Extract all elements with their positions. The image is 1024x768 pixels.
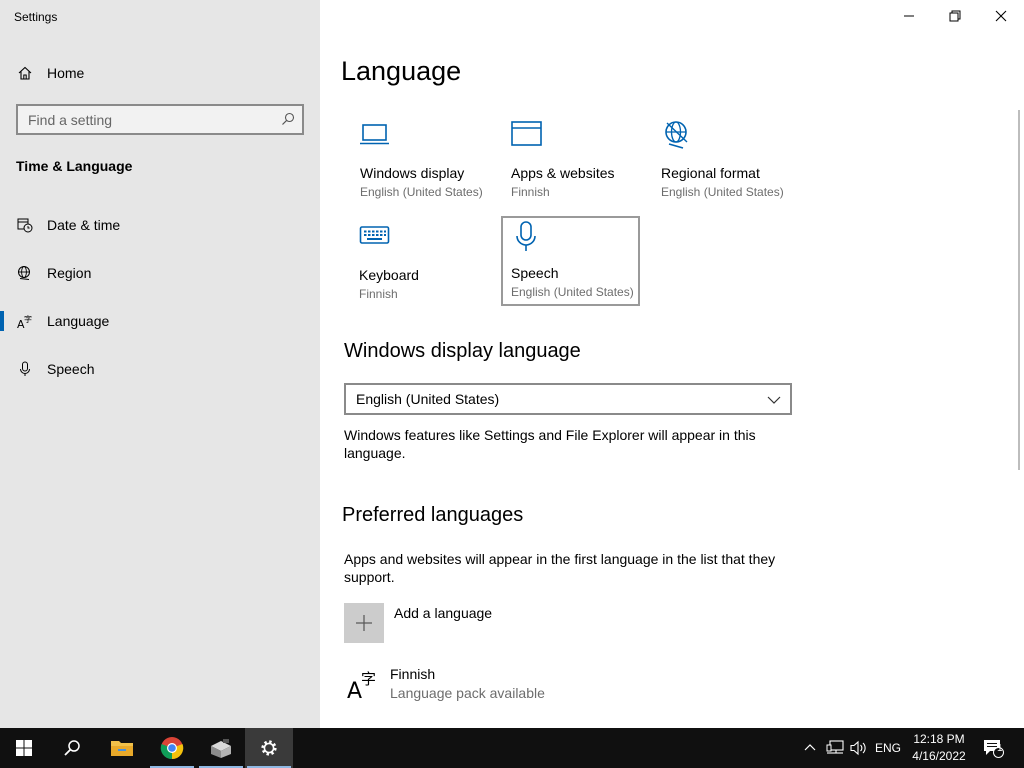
sidebar-item-label: Date & time bbox=[47, 217, 121, 233]
notification-count: 1 bbox=[997, 743, 1003, 754]
tile-value: Finnish bbox=[359, 287, 398, 301]
sidebar-item-home[interactable]: Home bbox=[0, 58, 320, 88]
clock-date: 4/16/2022 bbox=[912, 749, 966, 763]
tile-value: English (United States) bbox=[360, 185, 483, 199]
sidebar: Settings Home Time & Language Date & tim… bbox=[0, 0, 320, 728]
network-button[interactable] bbox=[824, 728, 846, 768]
app-box-icon bbox=[211, 739, 231, 758]
svg-text:字: 字 bbox=[361, 670, 376, 688]
minimize-button[interactable] bbox=[886, 0, 932, 32]
dropdown-selected-value: English (United States) bbox=[356, 391, 500, 407]
svg-text:A: A bbox=[347, 679, 362, 701]
language-icon: A 字 bbox=[17, 314, 32, 329]
tile-speech[interactable]: Speech English (United States) bbox=[501, 216, 640, 306]
action-center-button[interactable]: 1 bbox=[978, 728, 1008, 768]
sidebar-item-date-time[interactable]: Date & time bbox=[0, 205, 320, 245]
show-hidden-icons-button[interactable] bbox=[800, 728, 820, 768]
restore-button[interactable] bbox=[932, 0, 978, 32]
sidebar-item-label: Language bbox=[47, 313, 110, 329]
add-language-button[interactable]: Add a language bbox=[344, 603, 624, 643]
close-icon bbox=[995, 10, 1007, 22]
svg-text:字: 字 bbox=[24, 314, 32, 324]
tile-keyboard[interactable]: Keyboard Finnish bbox=[359, 220, 497, 308]
language-status: Language pack available bbox=[390, 685, 545, 701]
plus-icon bbox=[356, 615, 372, 631]
language-item-finnish[interactable]: A 字 Finnish Language pack available bbox=[344, 664, 644, 704]
page-title: Language bbox=[341, 56, 462, 86]
minimize-icon bbox=[904, 15, 914, 17]
chrome-icon bbox=[160, 737, 184, 760]
sidebar-item-label: Home bbox=[47, 65, 85, 81]
display-language-dropdown[interactable]: English (United States) bbox=[344, 383, 792, 415]
close-button[interactable] bbox=[978, 0, 1024, 32]
sidebar-item-label: Speech bbox=[47, 361, 95, 377]
search-box[interactable] bbox=[16, 104, 304, 135]
clock-time: 12:18 PM bbox=[913, 732, 965, 746]
taskbar-search-button[interactable] bbox=[48, 728, 96, 768]
preferred-languages-description: Apps and websites will appear in the fir… bbox=[344, 551, 776, 585]
input-language-indicator[interactable]: ENG bbox=[872, 728, 904, 768]
tile-label: Speech bbox=[511, 265, 559, 281]
tile-value: English (United States) bbox=[661, 185, 784, 199]
globe-format-icon bbox=[665, 121, 688, 149]
chevron-up-icon bbox=[804, 744, 816, 751]
tile-label: Keyboard bbox=[359, 267, 419, 283]
monitor-icon bbox=[360, 124, 389, 145]
chrome-button[interactable] bbox=[148, 728, 196, 768]
settings-button[interactable] bbox=[245, 728, 293, 768]
network-icon bbox=[826, 740, 844, 754]
search-icon[interactable] bbox=[281, 112, 295, 126]
sidebar-item-label: Region bbox=[47, 265, 92, 281]
microphone-icon bbox=[20, 361, 30, 376]
taskbar: ENG 12:18 PM 4/16/2022 1 bbox=[0, 728, 1024, 768]
tile-value: Finnish bbox=[511, 185, 550, 199]
tile-regional-format[interactable]: Regional format English (United States) bbox=[661, 118, 799, 206]
search-input[interactable] bbox=[18, 106, 268, 133]
taskbar-clock[interactable]: 12:18 PM 4/16/2022 bbox=[906, 731, 972, 765]
language-icon: A 字 bbox=[347, 670, 376, 701]
app-button[interactable] bbox=[197, 728, 245, 768]
file-explorer-button[interactable] bbox=[98, 728, 146, 768]
tile-label: Regional format bbox=[661, 165, 760, 181]
gear-icon bbox=[261, 740, 277, 756]
search-icon bbox=[64, 740, 80, 756]
sidebar-item-language[interactable]: A 字 Language bbox=[0, 301, 320, 341]
display-language-heading: Windows display language bbox=[344, 340, 581, 362]
sidebar-item-speech[interactable]: Speech bbox=[0, 349, 320, 389]
scrollbar[interactable] bbox=[1018, 110, 1020, 470]
display-language-description: Windows features like Settings and File … bbox=[344, 427, 756, 461]
browser-window-icon bbox=[511, 121, 542, 146]
folder-icon bbox=[111, 741, 133, 756]
tile-windows-display[interactable]: Windows display English (United States) bbox=[360, 118, 498, 206]
tile-value: English (United States) bbox=[511, 285, 634, 299]
tile-label: Apps & websites bbox=[511, 165, 615, 181]
add-language-plus-box[interactable] bbox=[344, 603, 384, 643]
tile-label: Windows display bbox=[360, 165, 465, 181]
speaker-icon bbox=[850, 740, 866, 756]
start-button[interactable] bbox=[0, 728, 48, 768]
keyboard-icon bbox=[359, 226, 390, 244]
home-icon bbox=[18, 66, 32, 80]
tile-apps-websites[interactable]: Apps & websites Finnish bbox=[511, 118, 649, 206]
app-title: Settings bbox=[14, 10, 58, 24]
restore-icon bbox=[949, 10, 961, 22]
sidebar-item-region[interactable]: Region bbox=[0, 253, 320, 293]
preferred-languages-heading: Preferred languages bbox=[342, 504, 524, 526]
chevron-down-icon bbox=[767, 396, 781, 404]
region-globe-icon bbox=[18, 266, 30, 280]
add-language-label: Add a language bbox=[394, 605, 493, 621]
microphone-icon bbox=[516, 221, 536, 251]
date-time-icon bbox=[17, 218, 33, 233]
section-title: Time & Language bbox=[16, 158, 133, 174]
windows-logo-icon bbox=[16, 740, 32, 756]
language-name: Finnish bbox=[390, 666, 436, 682]
volume-button[interactable] bbox=[848, 728, 870, 768]
